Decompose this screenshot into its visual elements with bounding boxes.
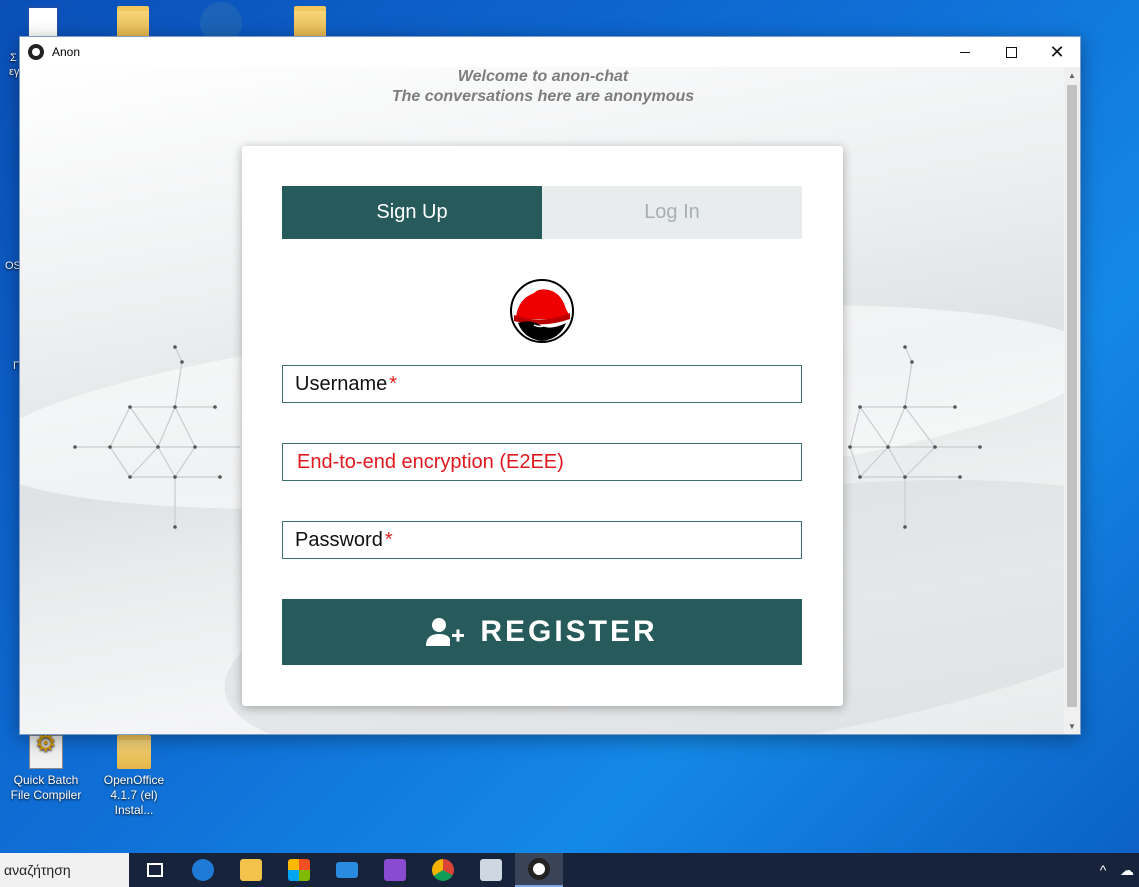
close-button[interactable]: ✕ xyxy=(1034,37,1080,67)
password-field[interactable]: Password * xyxy=(282,521,802,559)
redhat-logo xyxy=(510,279,574,343)
task-view-icon[interactable] xyxy=(131,853,179,887)
network-graphic-left xyxy=(73,345,240,529)
maximize-button[interactable] xyxy=(988,37,1034,67)
scroll-thumb[interactable] xyxy=(1067,85,1077,707)
desktop-icon-document[interactable] xyxy=(27,6,59,38)
mail-icon[interactable] xyxy=(323,853,371,887)
desktop-icon-folder-2[interactable] xyxy=(294,6,326,38)
add-user-icon xyxy=(426,618,465,646)
taskbar: αναζήτηση ^ ☁ xyxy=(0,853,1139,887)
file-explorer-icon[interactable] xyxy=(227,853,275,887)
store-icon[interactable] xyxy=(275,853,323,887)
auth-tabs: Sign Up Log In xyxy=(282,186,802,239)
scroll-down-arrow-icon[interactable]: ▼ xyxy=(1064,718,1080,734)
onedrive-cloud-icon[interactable]: ☁ xyxy=(1115,862,1139,879)
quick-batch-icon xyxy=(29,735,63,769)
network-graphic-right xyxy=(848,345,982,529)
anon-app-icon[interactable] xyxy=(515,853,563,887)
system-tray: ^ ☁ xyxy=(1091,853,1139,887)
visual-studio-icon[interactable] xyxy=(371,853,419,887)
tray-chevron-icon[interactable]: ^ xyxy=(1091,862,1115,878)
taskbar-search[interactable]: αναζήτηση xyxy=(0,853,129,887)
desktop-icon-folder[interactable] xyxy=(117,6,149,38)
desktop-edge-label: Σ xyxy=(10,52,17,64)
desktop-icon-openoffice-installer[interactable]: OpenOffice 4.1.7 (el) Instal... xyxy=(94,735,174,818)
vertical-scrollbar[interactable]: ▲ ▼ xyxy=(1064,67,1080,734)
anon-window: Anon ✕ Welcome to anon-chat The conversa… xyxy=(19,36,1081,735)
app-content: Welcome to anon-chat The conversations h… xyxy=(20,67,1066,734)
desktop-edge-label: εγ xyxy=(9,66,20,78)
e2ee-field[interactable]: End-to-end encryption (E2EE) xyxy=(282,443,802,481)
password-label: Password xyxy=(295,528,383,551)
desktop-icon-label: OpenOffice 4.1.7 (el) Instal... xyxy=(103,773,165,817)
username-label: Username xyxy=(295,372,388,395)
anon-app-icon xyxy=(28,44,44,60)
chrome-icon[interactable] xyxy=(419,853,467,887)
folder-icon xyxy=(117,735,151,769)
welcome-heading: Welcome to anon-chat xyxy=(457,68,629,85)
window-title: Anon xyxy=(52,45,81,59)
welcome-subheading: The conversations here are anonymous xyxy=(391,88,695,105)
minimize-button[interactable] xyxy=(942,37,988,67)
tab-log-in[interactable]: Log In xyxy=(542,186,802,239)
tab-sign-up[interactable]: Sign Up xyxy=(282,186,542,239)
photos-icon[interactable] xyxy=(467,853,515,887)
e2ee-label: End-to-end encryption (E2EE) xyxy=(297,450,564,473)
desktop-icon-label: Quick Batch File Compiler xyxy=(10,773,82,802)
scroll-up-arrow-icon[interactable]: ▲ xyxy=(1064,67,1080,83)
required-marker: * xyxy=(384,528,393,551)
edge-icon[interactable] xyxy=(179,853,227,887)
required-marker: * xyxy=(389,372,398,395)
username-field[interactable]: Username * xyxy=(282,365,802,403)
register-label: REGISTER xyxy=(480,615,658,648)
register-button[interactable]: REGISTER xyxy=(282,599,802,665)
signup-card: Sign Up Log In Username * End-to-end encr… xyxy=(242,146,843,706)
title-bar[interactable]: Anon ✕ xyxy=(20,37,1080,67)
desktop-icon-quick-batch[interactable]: Quick Batch File Compiler xyxy=(6,735,86,803)
